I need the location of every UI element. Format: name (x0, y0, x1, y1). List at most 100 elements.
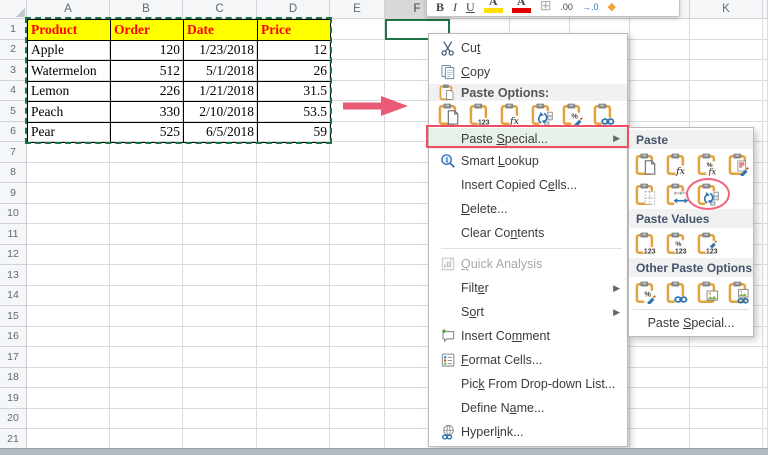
paste-values-icon[interactable]: 123 (468, 103, 493, 127)
column-header-c[interactable]: C (183, 0, 257, 19)
column-header-e[interactable]: E (330, 0, 385, 19)
row-header-16[interactable]: 16 (0, 327, 27, 348)
row-header-6[interactable]: 6 (0, 122, 27, 143)
menu-item-filter[interactable]: Filter▶ (429, 276, 627, 300)
paste-values-icon[interactable]: 123 (634, 231, 659, 255)
menu-item-format-cells[interactable]: Format Cells... (429, 348, 627, 372)
row-header-1[interactable]: 1 (0, 19, 27, 40)
table-cell[interactable]: 512 (111, 61, 184, 82)
row-header-7[interactable]: 7 (0, 142, 27, 163)
paste-picture-icon[interactable] (696, 280, 721, 304)
paste-col-widths-icon[interactable] (665, 182, 690, 206)
table-cell[interactable]: 525 (111, 122, 184, 143)
menu-item-copy[interactable]: Copy (429, 60, 627, 84)
table-cell[interactable]: 2/10/2018 (184, 102, 258, 123)
menu-item-sort[interactable]: Sort▶ (429, 300, 627, 324)
paste-paste-icon[interactable] (634, 152, 659, 176)
menu-item-clear-contents[interactable]: Clear Contents (429, 221, 627, 245)
table-cell[interactable]: Lemon (28, 81, 111, 102)
table-cell[interactable]: Peach (28, 102, 111, 123)
table-cell[interactable]: 59 (258, 122, 331, 143)
paste-formatting-icon[interactable]: % (561, 103, 586, 127)
submenu-arrow-icon: ▶ (610, 133, 620, 144)
paste-link-icon[interactable] (665, 280, 690, 304)
menu-item-delete[interactable]: Delete... (429, 197, 627, 221)
paste-no-borders-icon[interactable] (634, 182, 659, 206)
column-header-b[interactable]: B (110, 0, 183, 19)
row-header-20[interactable]: 20 (0, 409, 27, 430)
table-cell[interactable]: Apple (28, 40, 111, 61)
row-header-2[interactable]: 2 (0, 40, 27, 61)
menu-item-hyperlink[interactable]: Hyperlink... (429, 420, 627, 444)
table-cell[interactable]: 1/21/2018 (184, 81, 258, 102)
table-cell[interactable]: 31.5 (258, 81, 331, 102)
submenu-item-paste-special[interactable]: Paste Special... (629, 312, 753, 334)
table-cell[interactable]: 330 (111, 102, 184, 123)
row-header-8[interactable]: 8 (0, 163, 27, 184)
table-cell[interactable]: 120 (111, 40, 184, 61)
row-header-3[interactable]: 3 (0, 60, 27, 81)
italic-button[interactable]: I (453, 1, 457, 13)
row-header-10[interactable]: 10 (0, 204, 27, 225)
column-header-a[interactable]: A (27, 0, 110, 19)
fill-color-button[interactable]: A (484, 0, 503, 13)
decrease-decimal-button[interactable]: →.0 (582, 1, 599, 13)
more-options-button[interactable]: ◆ (607, 1, 615, 13)
row-header-9[interactable]: 9 (0, 183, 27, 204)
table-header-cell[interactable]: Date (184, 20, 258, 41)
table-cell[interactable]: Watermelon (28, 61, 111, 82)
paste-formatting-icon[interactable]: % (634, 280, 659, 304)
underline-button[interactable]: U (466, 1, 475, 13)
table-cell[interactable]: 226 (111, 81, 184, 102)
font-color-button[interactable]: A (512, 0, 531, 13)
row-header-11[interactable]: 11 (0, 224, 27, 245)
paste-source-format-icon[interactable] (727, 152, 752, 176)
paste-link-icon[interactable] (592, 103, 617, 127)
table-header-cell[interactable]: Product (28, 20, 111, 41)
table-cell[interactable]: 6/5/2018 (184, 122, 258, 143)
row-header-12[interactable]: 12 (0, 245, 27, 266)
table-cell[interactable]: 53.5 (258, 102, 331, 123)
row-header-13[interactable]: 13 (0, 265, 27, 286)
table-header-cell[interactable]: Order (111, 20, 184, 41)
row-header-21[interactable]: 21 (0, 429, 27, 450)
table-cell[interactable]: 5/1/2018 (184, 61, 258, 82)
paste-transpose-icon[interactable] (696, 182, 721, 206)
menu-item-smart-lookup[interactable]: iSmart Lookup (429, 149, 627, 173)
menu-item-cut[interactable]: Cut (429, 36, 627, 60)
column-header-edge[interactable] (763, 0, 768, 19)
column-header-d[interactable]: D (257, 0, 330, 19)
row-header-14[interactable]: 14 (0, 286, 27, 307)
table-cell[interactable]: 12 (258, 40, 331, 61)
row-header-4[interactable]: 4 (0, 81, 27, 102)
paste-formulas-icon[interactable]: fx (499, 103, 524, 127)
row-header-17[interactable]: 17 (0, 347, 27, 368)
paste-formulas-icon[interactable]: fx (665, 152, 690, 176)
table-cell[interactable]: 26 (258, 61, 331, 82)
row-header-18[interactable]: 18 (0, 368, 27, 389)
select-all-corner[interactable] (0, 0, 27, 19)
column-header-k[interactable]: K (690, 0, 763, 19)
table-cell[interactable]: Pear (28, 122, 111, 143)
paste-values-source-icon[interactable]: 123 (696, 231, 721, 255)
row-header-19[interactable]: 19 (0, 388, 27, 409)
row-header-5[interactable]: 5 (0, 101, 27, 122)
menu-item-insert-comment[interactable]: Insert Comment (429, 324, 627, 348)
menu-item-define-name[interactable]: Define Name... (429, 396, 627, 420)
bold-button[interactable]: B (436, 1, 444, 13)
menu-item-quick-analysis[interactable]: Quick Analysis (429, 252, 627, 276)
table-cell[interactable]: 1/23/2018 (184, 40, 258, 61)
menu-item-paste-special[interactable]: Paste Special...▶ (429, 128, 627, 149)
svg-text:%: % (571, 112, 578, 121)
menu-item-pick-from-drop-down-list[interactable]: Pick From Drop-down List... (429, 372, 627, 396)
paste-values-number-icon[interactable]: % 123 (665, 231, 690, 255)
row-header-15[interactable]: 15 (0, 306, 27, 327)
paste-paste-icon[interactable] (437, 103, 462, 127)
paste-transpose-icon[interactable] (530, 103, 555, 127)
increase-decimal-button[interactable]: .00 (560, 1, 573, 13)
borders-button[interactable]: ⊞ (540, 1, 552, 13)
paste-linked-picture-icon[interactable] (727, 280, 752, 304)
menu-item-insert-copied-cells[interactable]: Insert Copied Cells... (429, 173, 627, 197)
paste-formulas-number-icon[interactable]: % fx (696, 152, 721, 176)
table-header-cell[interactable]: Price (258, 20, 331, 41)
